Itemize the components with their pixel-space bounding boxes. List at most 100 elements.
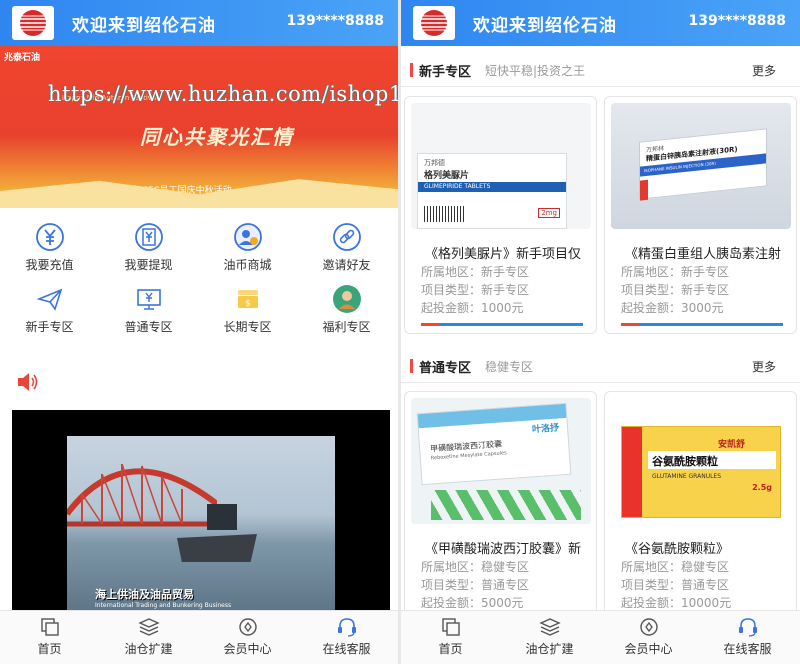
product-image: 叶洛抒 甲磺酸瑞波西汀胶囊 Reboxetine Mesylate Capsul… <box>411 398 591 524</box>
layers-icon <box>137 618 160 636</box>
box-red-side <box>622 427 642 517</box>
product-type: 项目类型：普通专区 <box>421 576 529 593</box>
grid-label: 我要充值 <box>25 258 74 272</box>
section-normal-header: 普通专区 稳健专区 更多 <box>401 350 800 382</box>
nav-item-member[interactable]: 会员中心 <box>599 617 698 657</box>
grid-item-invite[interactable]: 邀请好友 <box>297 222 396 273</box>
header-title: 欢迎来到绍伦石油 <box>473 16 617 36</box>
product-card[interactable]: 安凯舒 谷氨酰胺颗粒 GLUTAMINE GRANULES 2.5g 《谷氨酰胺… <box>604 391 797 629</box>
capsules <box>431 490 581 520</box>
grid-item-newbie[interactable]: 新手专区 <box>0 284 99 335</box>
product-card[interactable]: 万邦林 精蛋白锌胰岛素注射液(30R) ISOPHANE INSULIN INJ… <box>604 96 797 334</box>
section-title: 新手专区 <box>419 65 472 80</box>
type-value: 新手专区 <box>681 283 730 297</box>
more-link[interactable]: 更多 <box>752 358 776 375</box>
product-min: 起投金额：1000元 <box>421 299 524 316</box>
grid-item-welfare[interactable]: 福利专区 <box>297 284 396 335</box>
product-min: 起投金额：5000元 <box>421 594 524 611</box>
nav-label: 在线客服 <box>723 642 772 656</box>
min-value: 1000元 <box>481 301 524 315</box>
product-min: 起投金额：3000元 <box>621 299 724 316</box>
home-screen: 欢迎来到绍伦石油 139****8888 兆泰石油 Happy Mid-Autu… <box>0 0 398 664</box>
progress-fill <box>421 323 441 326</box>
product-type: 项目类型：新手专区 <box>421 281 529 298</box>
headset-icon <box>337 618 356 637</box>
bottom-nav: 首页 油仓扩建 会员中心 在线客服 <box>0 610 398 664</box>
promo-banner[interactable]: 兆泰石油 Happy Mid-Autumn Festival 同心共聚光汇情 2… <box>0 46 398 208</box>
grid-item-recharge[interactable]: 我要充值 <box>0 222 99 273</box>
speaker-icon[interactable] <box>14 368 42 396</box>
grid-item-longterm[interactable]: $ 长期专区 <box>198 284 297 335</box>
nav-item-member[interactable]: 会员中心 <box>198 617 297 657</box>
nav-label: 在线客服 <box>322 642 371 656</box>
product-name: 《精蛋白重组人胰岛素注射 <box>625 247 782 262</box>
grid-item-normal[interactable]: 普通专区 <box>99 284 198 335</box>
type-value: 普通专区 <box>481 578 530 592</box>
svg-text:$: $ <box>245 299 251 309</box>
product-name: 《谷氨酰胺颗粒》 <box>625 542 730 557</box>
ship-cabin <box>207 504 237 530</box>
grid-label: 我要提现 <box>124 258 173 272</box>
link-icon <box>332 222 362 252</box>
nav-item-support[interactable]: 在线客服 <box>698 617 797 657</box>
region-value: 新手专区 <box>481 265 530 279</box>
section-subtitle: 短快平稳|投资之王 <box>485 64 586 78</box>
grid-item-withdraw[interactable]: 我要提现 <box>99 222 198 273</box>
box-dose: 2mg <box>538 208 560 218</box>
product-image: 万邦林 精蛋白锌胰岛素注射液(30R) ISOPHANE INSULIN INJ… <box>611 103 791 229</box>
region-value: 稳健专区 <box>681 560 730 574</box>
layers-icon <box>538 618 561 636</box>
product-card[interactable]: 万邦德 格列美脲片 GLIMEPIRIDE TABLETS 2mg 《格列美脲片… <box>404 96 597 334</box>
box-brand: 万邦德 <box>424 159 445 167</box>
type-label: 项目类型： <box>421 578 482 592</box>
type-label: 项目类型： <box>421 283 482 297</box>
company-logo <box>413 6 455 40</box>
min-label: 起投金额： <box>621 301 682 315</box>
nav-item-expansion[interactable]: 油仓扩建 <box>99 617 198 657</box>
home-icon <box>40 618 59 636</box>
nav-item-support[interactable]: 在线客服 <box>297 617 396 657</box>
product-card[interactable]: 叶洛抒 甲磺酸瑞波西汀胶囊 Reboxetine Mesylate Capsul… <box>404 391 597 629</box>
product-name: 《甲磺酸瑞波西汀胶囊》新 <box>425 542 582 557</box>
box-red-mark <box>640 179 648 201</box>
progress-bar <box>421 323 583 326</box>
product-image: 万邦德 格列美脲片 GLIMEPIRIDE TABLETS 2mg <box>411 103 591 229</box>
section-title: 普通专区 <box>419 361 472 376</box>
video-caption-en: International Trading and Bunkering Busi… <box>95 602 232 609</box>
grid-label: 油币商城 <box>223 258 272 272</box>
min-label: 起投金额： <box>421 301 482 315</box>
watermark-url: https://www.huzhan.com/ishop19261 <box>48 82 398 106</box>
banner-brand: 兆泰石油 <box>4 53 41 63</box>
yen-coin-icon <box>35 222 65 252</box>
section-newbie-header: 新手专区 短快平稳|投资之王 更多 <box>401 54 800 86</box>
app-header: 欢迎来到绍伦石油 139****8888 <box>401 0 800 46</box>
nav-item-expansion[interactable]: 油仓扩建 <box>500 617 599 657</box>
grid-label: 长期专区 <box>223 320 272 334</box>
header-title: 欢迎来到绍伦石油 <box>72 16 216 36</box>
product-region: 所属地区：新手专区 <box>621 263 729 280</box>
products-screen: 欢迎来到绍伦石油 139****8888 新手专区 短快平稳|投资之王 更多 万… <box>401 0 800 664</box>
header-phone: 139****8888 <box>688 13 786 29</box>
nav-label: 油仓扩建 <box>124 642 173 656</box>
min-label: 起投金额： <box>621 596 682 610</box>
product-type: 项目类型：普通专区 <box>621 576 729 593</box>
avatar-gift-icon <box>332 284 362 314</box>
grid-label: 福利专区 <box>322 320 371 334</box>
section-divider <box>401 382 800 383</box>
medicine-box: 万邦德 格列美脲片 GLIMEPIRIDE TABLETS 2mg <box>417 153 567 229</box>
min-value: 3000元 <box>681 301 724 315</box>
product-region: 所属地区：新手专区 <box>421 263 529 280</box>
promo-video[interactable]: 海上供油及油品贸易 International Trading and Bunk… <box>12 410 390 610</box>
nav-item-home[interactable]: 首页 <box>0 617 99 657</box>
min-value: 10000元 <box>681 596 732 610</box>
min-label: 起投金额： <box>421 596 482 610</box>
medicine-box: 叶洛抒 甲磺酸瑞波西汀胶囊 Reboxetine Mesylate Capsul… <box>416 402 572 486</box>
nav-item-home[interactable]: 首页 <box>401 617 500 657</box>
withdraw-icon <box>134 222 164 252</box>
product-min: 起投金额：10000元 <box>621 594 731 611</box>
grid-item-mall[interactable]: 油币商城 <box>198 222 297 273</box>
box-brand: 安凯舒 <box>718 440 746 450</box>
grid-label: 邀请好友 <box>322 258 371 272</box>
header-phone: 139****8888 <box>286 13 384 29</box>
more-link[interactable]: 更多 <box>752 62 776 79</box>
